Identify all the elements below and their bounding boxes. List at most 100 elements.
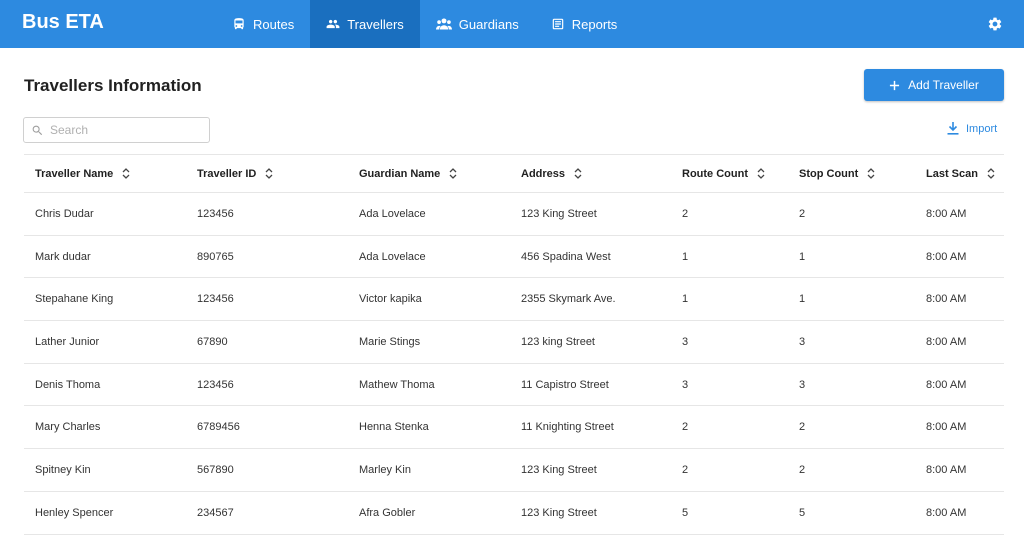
table-row[interactable]: Mary Charles 6789456 Henna Stenka 11 Knight… (24, 405, 1004, 450)
table-cell: 2 (788, 192, 915, 236)
nav-reports[interactable]: Reports (535, 0, 634, 48)
sort-icon[interactable] (122, 168, 130, 179)
search-input[interactable] (50, 123, 190, 137)
travellers-icon (326, 19, 340, 29)
column-header[interactable]: Guardian Name (348, 154, 510, 193)
table-cell: 123 King Street (510, 192, 671, 236)
column-header-inner: Traveller ID (197, 168, 273, 180)
table-row[interactable]: Spitney Kin 567890 Marley Kin 123 King Stre… (24, 448, 1004, 492)
table-cell: 3 (788, 363, 915, 407)
table-cell: 3 (671, 320, 788, 364)
table-row[interactable]: Stepahane King 123456 Victor kapika 2355 Sk… (24, 277, 1004, 322)
table-cell: 123 king Street (510, 320, 671, 364)
table-cell: 8:00 AM (915, 363, 1004, 407)
table-row[interactable]: Denis Thoma 123456 Mathew Thoma 11 Capistro… (24, 363, 1004, 407)
nav-guardians[interactable]: Guardians (420, 0, 535, 48)
table-cell: 5 (671, 491, 788, 535)
table-cell: 6789456 (186, 405, 348, 450)
column-header-inner: Address (521, 168, 582, 180)
import-label: Import (966, 122, 998, 135)
column-header-label: Traveller Name (35, 167, 114, 180)
table-cell: Mark dudar (24, 235, 186, 279)
gear-icon[interactable] (987, 16, 1003, 32)
column-header[interactable]: Last Scan (915, 154, 1004, 193)
add-traveller-button[interactable]: Add Traveller (864, 69, 1004, 101)
reports-icon (552, 18, 564, 30)
table-cell: 2 (671, 448, 788, 492)
table-cell: Denis Thoma (24, 363, 186, 407)
table-body: Chris Dudar 123456 Ada Lovelace 123 King St… (24, 192, 1004, 535)
table-cell: 8:00 AM (915, 192, 1004, 236)
download-icon (947, 122, 959, 135)
table-cell: Chris Dudar (24, 192, 186, 236)
column-header[interactable]: Stop Count (788, 154, 915, 193)
page-title: Travellers Information (24, 76, 202, 95)
add-traveller-label: Add Traveller (908, 78, 979, 92)
column-header-inner: Route Count (682, 168, 765, 180)
column-header-label: Guardian Name (359, 167, 441, 180)
search-icon (32, 125, 43, 135)
table-cell: Lather Junior (24, 320, 186, 364)
table-cell: Stepahane King (24, 277, 186, 322)
sort-icon[interactable] (574, 168, 582, 179)
table-cell: Mary Charles (24, 405, 186, 450)
guardians-icon (435, 18, 452, 30)
table-cell: 1 (671, 277, 788, 322)
table-cell: 1 (671, 235, 788, 279)
table-row[interactable]: Lather Junior 67890 Marie Stings 123 king S… (24, 320, 1004, 364)
table-cell: 2 (788, 405, 915, 450)
sort-icon[interactable] (265, 168, 273, 179)
column-header[interactable]: Address (510, 154, 671, 193)
table-cell: 8:00 AM (915, 448, 1004, 492)
table-cell: 3 (671, 363, 788, 407)
table-cell: 890765 (186, 235, 348, 279)
main-nav: Routes Travellers Guardians Reports (216, 0, 633, 48)
table-cell: Ada Lovelace (348, 235, 510, 279)
sort-icon[interactable] (867, 168, 875, 179)
table-cell: Marley Kin (348, 448, 510, 492)
import-button[interactable]: Import (947, 122, 997, 135)
sort-icon[interactable] (757, 168, 765, 179)
column-header-label: Address (521, 167, 566, 180)
table-cell: 1 (788, 277, 915, 322)
table-cell: 11 Capistro Street (510, 363, 671, 407)
nav-travellers[interactable]: Travellers (310, 0, 420, 48)
table-header-row: Traveller Name Traveller ID Guardian Name A… (24, 154, 1004, 193)
nav-travellers-label: Travellers (347, 16, 404, 32)
app-title: Bus ETA (22, 11, 104, 33)
table-cell: 8:00 AM (915, 491, 1004, 535)
travellers-table: Traveller Name Traveller ID Guardian Name A… (24, 154, 1004, 535)
table-cell: Marie Stings (348, 320, 510, 364)
table-cell: 123 King Street (510, 491, 671, 535)
table-row[interactable]: Henley Spencer 234567 Afra Gobler 123 King … (24, 491, 1004, 535)
table-cell: Victor kapika (348, 277, 510, 322)
nav-reports-label: Reports (571, 16, 618, 32)
table-row[interactable]: Mark dudar 890765 Ada Lovelace 456 Spadina … (24, 235, 1004, 279)
table-cell: 8:00 AM (915, 405, 1004, 450)
column-header[interactable]: Traveller Name (24, 154, 186, 193)
search-field[interactable] (23, 117, 210, 143)
nav-guardians-label: Guardians (458, 16, 519, 32)
column-header-label: Stop Count (799, 167, 859, 180)
column-header-label: Route Count (682, 167, 748, 180)
column-header[interactable]: Route Count (671, 154, 788, 193)
top-app-bar: Bus ETA Routes Travellers Guardians Repo… (0, 0, 1024, 48)
sort-icon[interactable] (449, 168, 457, 179)
table-cell: 8:00 AM (915, 277, 1004, 322)
table-cell: 123 King Street (510, 448, 671, 492)
table-cell: Henley Spencer (24, 491, 186, 535)
nav-routes-label: Routes (253, 16, 295, 32)
table-cell: 8:00 AM (915, 235, 1004, 279)
bus-icon (234, 18, 244, 30)
table-cell: Afra Gobler (348, 491, 510, 535)
sort-icon[interactable] (987, 168, 995, 179)
table-cell: 567890 (186, 448, 348, 492)
column-header-inner: Last Scan (926, 168, 995, 180)
table-cell: 456 Spadina West (510, 235, 671, 279)
column-header-inner: Stop Count (799, 168, 875, 180)
table-cell: 11 Knighting Street (510, 405, 671, 450)
nav-routes[interactable]: Routes (216, 0, 310, 48)
column-header[interactable]: Traveller ID (186, 154, 348, 193)
table-cell: 234567 (186, 491, 348, 535)
table-row[interactable]: Chris Dudar 123456 Ada Lovelace 123 King St… (24, 192, 1004, 236)
